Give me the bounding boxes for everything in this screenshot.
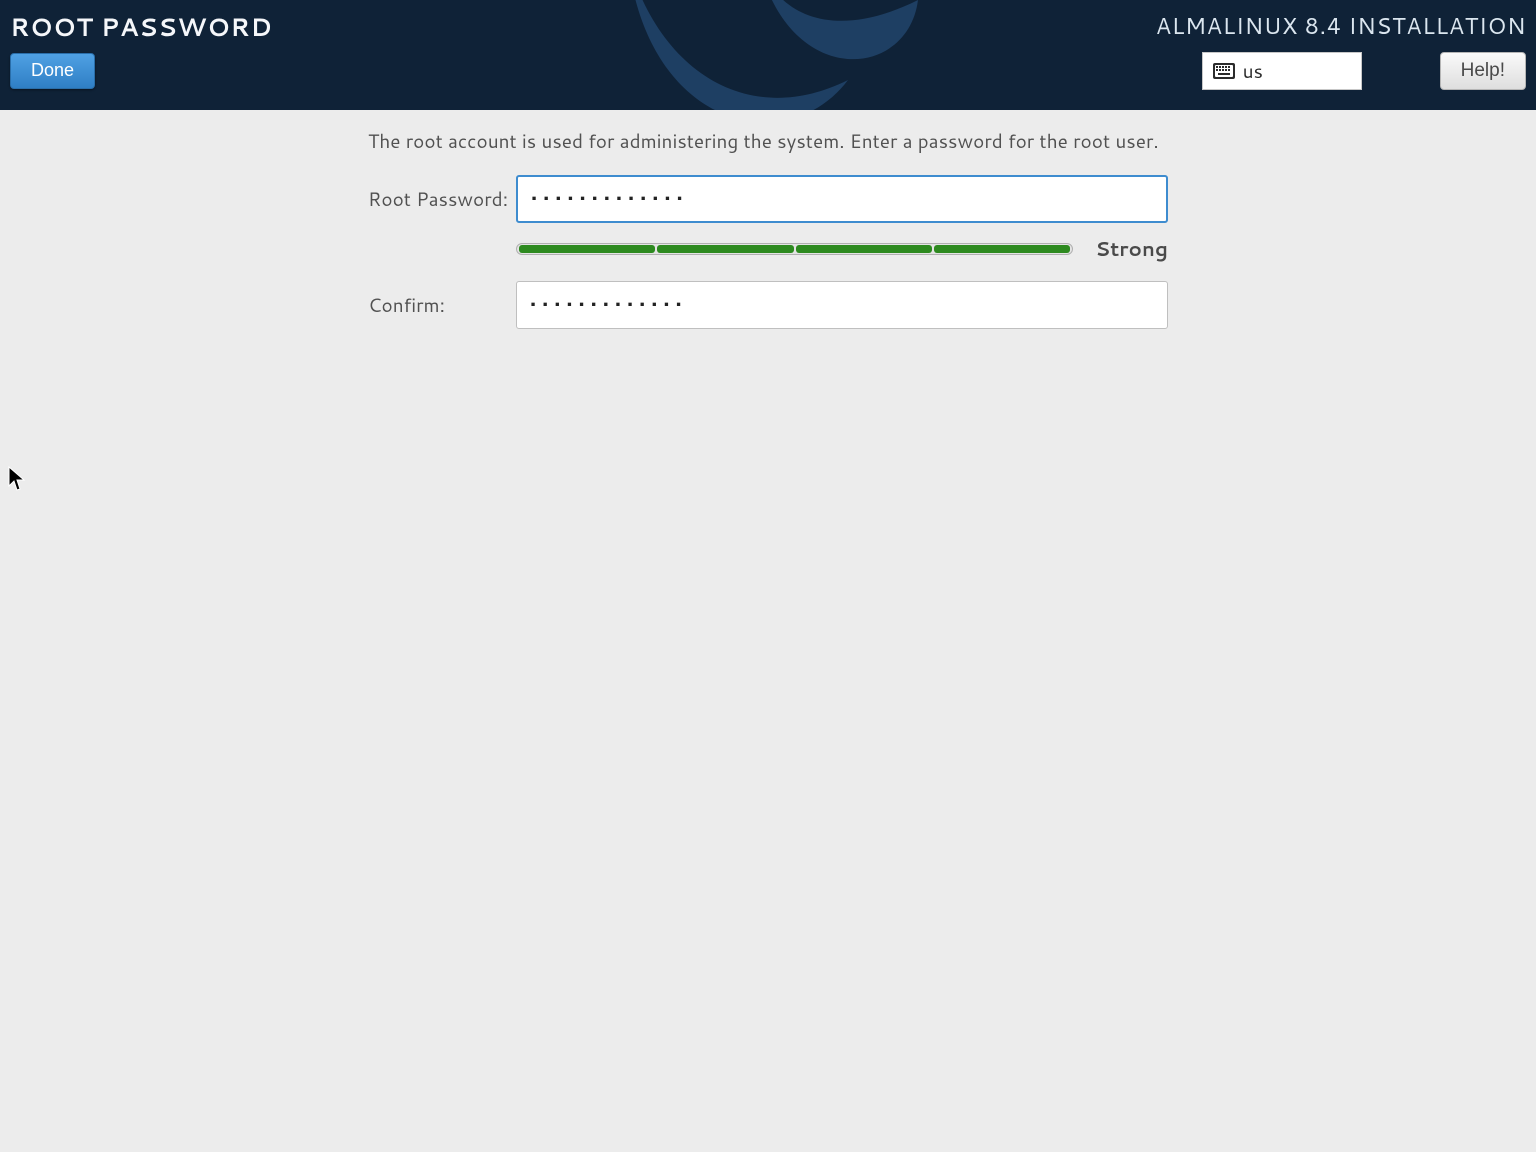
keyboard-layout-indicator[interactable]: us — [1202, 52, 1362, 90]
done-button[interactable]: Done — [10, 53, 95, 89]
strength-seg — [519, 245, 655, 253]
brand-swirl — [588, 0, 948, 110]
header-bar: ROOT PASSWORD Done ALMALINUX 8.4 INSTALL… — [0, 0, 1536, 110]
main-area: The root account is used for administeri… — [0, 110, 1536, 329]
root-password-label: Root Password: — [368, 186, 516, 213]
description-text: The root account is used for administeri… — [368, 128, 1168, 155]
strength-label: Strong — [1095, 235, 1168, 263]
keyboard-icon — [1213, 63, 1235, 79]
strength-seg — [657, 245, 793, 253]
page-title: ROOT PASSWORD — [10, 10, 272, 45]
keyboard-layout-label: us — [1243, 58, 1263, 85]
strength-seg — [796, 245, 932, 253]
installer-title: ALMALINUX 8.4 INSTALLATION — [1156, 10, 1526, 42]
password-strength-meter: Strong — [516, 235, 1168, 263]
strength-seg — [934, 245, 1070, 253]
root-password-input[interactable] — [516, 175, 1168, 223]
confirm-password-input[interactable] — [516, 281, 1168, 329]
help-button[interactable]: Help! — [1440, 52, 1526, 90]
cursor-icon — [8, 466, 26, 498]
confirm-password-label: Confirm: — [368, 292, 516, 319]
strength-track — [516, 243, 1073, 255]
